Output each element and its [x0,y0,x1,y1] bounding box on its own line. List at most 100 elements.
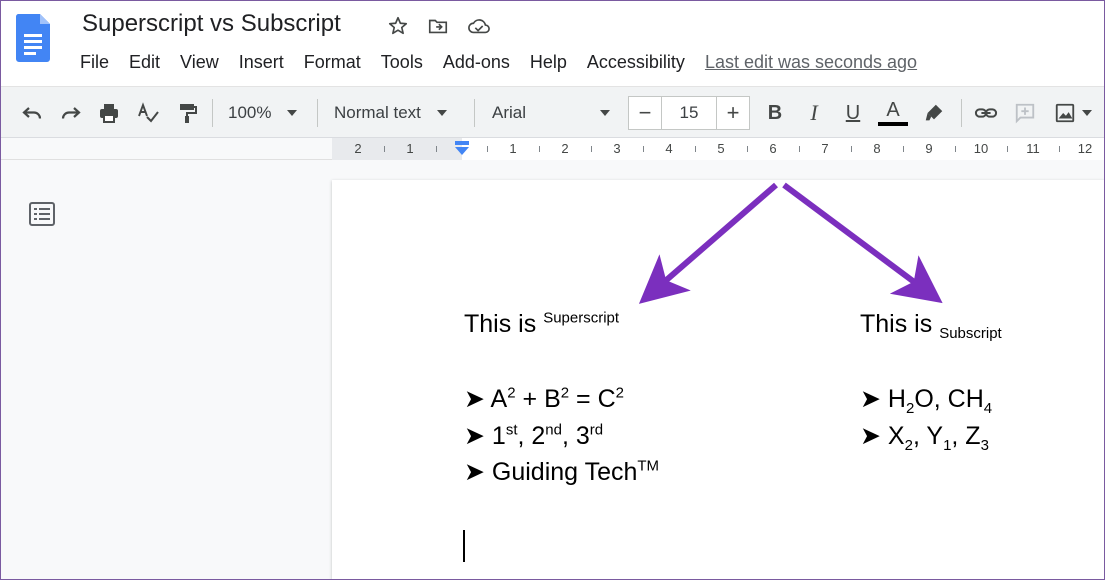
ruler-label: 7 [821,141,829,156]
paint-format-icon[interactable] [173,99,201,127]
ruler-label: 12 [1077,141,1093,156]
ruler-tick [591,146,592,152]
style-value: Normal text [334,103,421,122]
ruler-tick [487,146,488,152]
menu-file[interactable]: File [80,50,109,74]
document-page[interactable] [332,180,1105,580]
bullet-arrow-icon: ➤ [464,385,485,413]
bullet-arrow-icon: ➤ [464,458,485,486]
ruler-label: 8 [873,141,881,156]
menu-edit[interactable]: Edit [129,50,160,74]
text-cursor [463,530,465,562]
ruler-label: 9 [925,141,933,156]
increase-font-size-button[interactable]: + [717,100,749,126]
last-edit-link[interactable]: Last edit was seconds ago [705,50,917,74]
menu-insert[interactable]: Insert [239,50,284,74]
editor-workspace [0,160,1105,580]
menu-view[interactable]: View [180,50,219,74]
ruler-label: 5 [717,141,725,156]
bullet-arrow-icon: ➤ [860,385,881,413]
menu-bar: File Edit View Insert Format Tools Add-o… [80,50,917,74]
heading-prefix: This is [860,310,940,338]
ruler-label: 2 [561,141,569,156]
ruler-label: 11 [1026,141,1040,156]
ruler-left-margin [332,138,462,160]
bullet-arrow-icon: ➤ [464,422,485,450]
superscript-sample: Superscript [543,309,620,327]
font-select[interactable]: Arial [492,99,616,127]
decrease-font-size-button[interactable]: − [629,100,661,126]
font-size-stepper: − 15 + [628,96,750,130]
add-comment-icon[interactable] [1011,99,1039,127]
subscript-sample: Subscript [939,325,1002,342]
menu-help[interactable]: Help [530,50,567,74]
toolbar-divider [317,99,318,127]
ruler-tick [643,146,644,152]
text-color-letter: A [886,99,900,121]
chevron-down-icon [287,110,298,116]
superscript-heading[interactable]: This is Superscript [464,310,619,339]
chevron-down-icon [436,110,447,116]
menu-format[interactable]: Format [304,50,361,74]
ruler-tick [955,146,956,152]
ruler-tick [903,146,904,152]
bold-button[interactable]: B [762,99,788,127]
toolbar-divider [961,99,962,127]
bullet-arrow-icon: ➤ [860,422,881,450]
undo-icon[interactable] [18,99,46,127]
ruler-tick [747,146,748,152]
subscript-heading[interactable]: This is Subscript [860,310,1002,342]
text-color-swatch [878,122,908,126]
ruler-tick [1059,146,1060,152]
chevron-down-icon [600,110,610,116]
ruler-tick [539,146,540,152]
list-item[interactable]: ➤ 1st, 2nd, 3rd [464,421,603,451]
menu-tools[interactable]: Tools [381,50,423,74]
toolbar-divider [212,99,213,127]
ruler-tick [695,146,696,152]
document-title[interactable]: Superscript vs Subscript [82,10,341,38]
redo-icon[interactable] [57,99,85,127]
toolbar-divider [474,99,475,127]
print-icon[interactable] [95,99,123,127]
zoom-value: 100% [228,103,272,122]
document-outline-icon[interactable] [28,200,56,228]
zoom-select[interactable]: 100% [228,99,308,127]
ruler-label: 10 [973,141,989,156]
underline-button[interactable]: U [840,99,866,127]
star-icon[interactable] [386,14,410,38]
italic-button[interactable]: I [801,99,827,127]
style-select[interactable]: Normal text [334,99,460,127]
ruler[interactable]: 2 1 1 2 3 4 5 6 7 8 9 10 11 12 [0,138,1105,160]
google-docs-logo-icon[interactable] [16,14,50,62]
ruler-tick [799,146,800,152]
ruler-label: 6 [769,141,777,156]
insert-link-icon[interactable] [972,99,1000,127]
move-folder-icon[interactable] [426,14,450,38]
menu-addons[interactable]: Add-ons [443,50,510,74]
text-color-button[interactable]: A [876,99,910,127]
toolbar: 100% Normal text Arial − 15 + B I U A [0,86,1105,138]
list-item[interactable]: ➤ H2O, CH4 [860,384,992,416]
chevron-down-icon [1082,110,1092,116]
ruler-tick [384,146,385,152]
ruler-tick [436,146,437,152]
ruler-label: 3 [613,141,621,156]
menu-accessibility[interactable]: Accessibility [587,50,685,74]
ruler-label: 1 [509,141,517,156]
cloud-saved-icon[interactable] [467,14,491,38]
spellcheck-icon[interactable] [134,99,162,127]
heading-prefix: This is [464,310,544,338]
ruler-tick [851,146,852,152]
font-value: Arial [492,103,527,122]
list-item[interactable]: ➤ A2 + B2 = C2 [464,384,624,414]
image-icon [1055,103,1075,123]
highlight-icon[interactable] [920,99,948,127]
list-item[interactable]: ➤ Guiding TechTM [464,457,659,487]
list-item[interactable]: ➤ X2, Y1, Z3 [860,421,989,453]
insert-image-button[interactable] [1048,99,1098,127]
indent-marker-icon[interactable] [455,141,469,155]
ruler-label: 4 [665,141,673,156]
font-size-input[interactable]: 15 [661,97,717,129]
ruler-label: 1 [406,141,414,156]
